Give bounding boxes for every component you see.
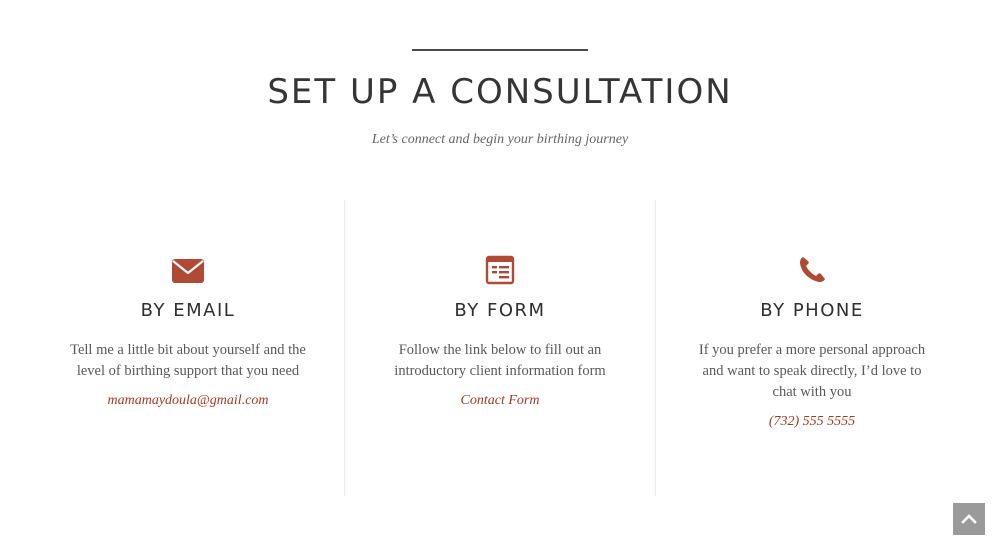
email-address-link[interactable]: mamamaydoula@gmail.com bbox=[107, 393, 268, 409]
column-divider bbox=[344, 200, 345, 496]
section-title: SET UP A CONSULTATION bbox=[267, 72, 733, 112]
phone-icon bbox=[800, 257, 825, 282]
chevron-up-icon bbox=[961, 514, 977, 524]
phone-option-title: BY PHONE bbox=[760, 300, 864, 321]
contact-option-phone: BY PHONE If you prefer a more personal a… bbox=[692, 250, 932, 430]
form-option-description: Follow the link below to fill out an int… bbox=[394, 342, 606, 379]
contact-option-email: BY EMAIL Tell me a little bit about your… bbox=[68, 250, 308, 409]
contact-option-form: BY FORM Follow the link below to fill ou… bbox=[380, 250, 620, 409]
title-divider-line bbox=[412, 49, 588, 51]
form-icon bbox=[485, 255, 515, 285]
phone-number-link[interactable]: (732) 555 5555 bbox=[769, 414, 855, 430]
section-subtitle: Let’s connect and begin your birthing jo… bbox=[371, 132, 629, 147]
scroll-to-top-button[interactable] bbox=[953, 503, 985, 535]
column-divider bbox=[655, 200, 656, 496]
email-option-title: BY EMAIL bbox=[140, 300, 236, 321]
email-option-description: Tell me a little bit about yourself and … bbox=[70, 342, 306, 379]
contact-form-link[interactable]: Contact Form bbox=[461, 393, 540, 409]
envelope-icon bbox=[172, 259, 204, 283]
form-option-title: BY FORM bbox=[454, 300, 546, 321]
phone-option-description: If you prefer a more personal approach a… bbox=[698, 342, 926, 400]
